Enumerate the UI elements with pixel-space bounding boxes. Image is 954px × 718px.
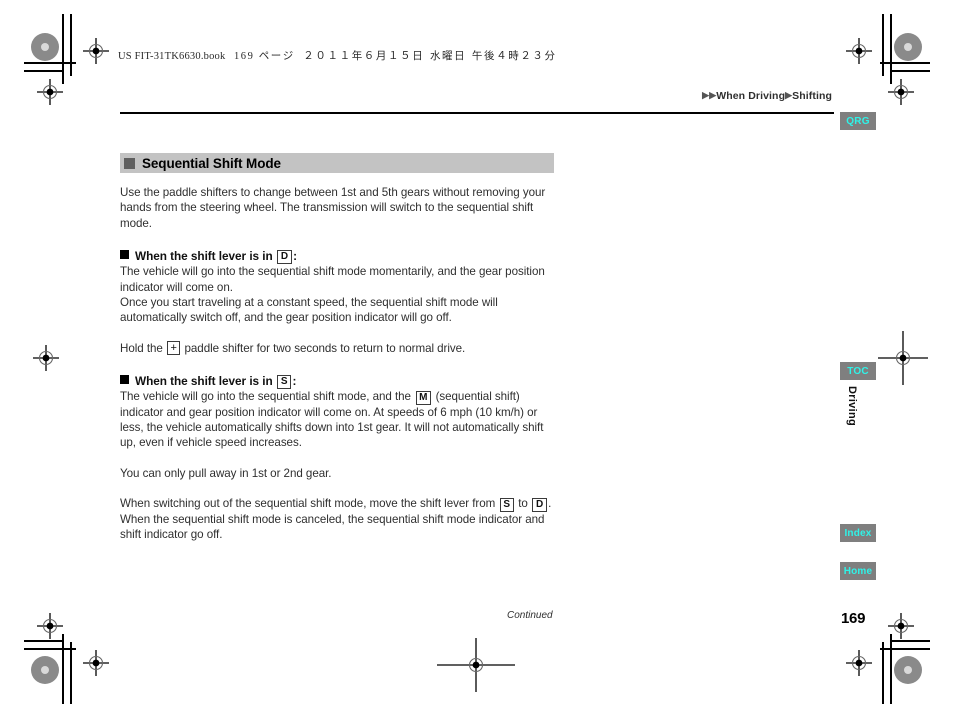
paragraph-d-3-post: paddle shifter for two seconds to return… xyxy=(184,341,466,355)
paragraph-s-2: You can only pull away in 1st or 2nd gea… xyxy=(120,466,332,480)
registration-mark-upper-left-inner xyxy=(83,38,109,64)
crop-mark-bl-v2 xyxy=(62,634,64,704)
paragraph-d-3: Hold the + paddle shifter for two second… xyxy=(120,341,554,356)
book-print-weekday: 水曜日 xyxy=(429,51,467,62)
registration-mark-bottom-center xyxy=(437,638,515,692)
density-dot-bottom-left xyxy=(31,656,59,684)
crop-mark-tl-v2 xyxy=(62,14,64,84)
registration-mark-lower-left-inner xyxy=(83,650,109,676)
paragraph-d-1: The vehicle will go into the sequential … xyxy=(120,265,545,294)
crop-mark-tr-h xyxy=(880,62,930,64)
subsection-heading-d: When the shift lever is in D: xyxy=(120,249,554,265)
registration-mark-upper-right-inner xyxy=(846,38,872,64)
registration-mark-bottom-right xyxy=(888,613,914,639)
breadcrumb-arrow-icon-1: ▶▶ xyxy=(702,90,717,100)
paddle-shifter-plus-key-icon: + xyxy=(167,341,180,356)
header-divider-rule xyxy=(120,112,834,114)
crop-mark-tr-v2 xyxy=(890,14,892,84)
paragraph-s-3-mid: to xyxy=(518,497,528,511)
book-page-label: 169 ページ xyxy=(233,51,295,62)
crop-mark-br-v2 xyxy=(890,634,892,704)
crop-mark-tl-h xyxy=(24,62,76,64)
paragraph-s-1: The vehicle will go into the sequential … xyxy=(120,389,554,450)
subsection-bullet-icon-s xyxy=(120,374,129,384)
paragraph-d-2: Once you start traveling at a constant s… xyxy=(120,295,498,325)
book-print-time: 午後４時２３分 xyxy=(471,51,557,62)
subsection-s-label-pre: When the shift lever is in xyxy=(135,373,273,388)
section-heading-bar: Sequential Shift Mode xyxy=(120,153,554,173)
nav-tab-qrg[interactable]: QRG xyxy=(840,112,876,130)
paragraph-s-3: When switching out of the sequential shi… xyxy=(120,496,554,542)
shift-key-d-icon-2: D xyxy=(532,497,547,512)
subsection-heading-s: When the shift lever is in S: xyxy=(120,374,554,390)
shift-key-d-icon: D xyxy=(277,250,292,265)
nav-tab-index[interactable]: Index xyxy=(840,524,876,542)
crop-mark-br-v xyxy=(882,642,884,704)
subsection-bullet-icon-d xyxy=(120,249,129,259)
breadcrumb-item-when-driving[interactable]: When Driving xyxy=(716,90,785,102)
crop-mark-tr-v xyxy=(882,14,884,76)
density-dot-top-right xyxy=(894,33,922,61)
subsection-d-label-post: : xyxy=(293,248,297,263)
nav-tab-toc[interactable]: TOC xyxy=(840,362,876,380)
continued-label: Continued xyxy=(507,610,553,621)
registration-mark-top-right xyxy=(888,79,914,105)
crop-mark-br-h2 xyxy=(890,640,930,642)
breadcrumb: ▶▶When Driving▶Shifting xyxy=(702,90,832,102)
subsection-d-label-pre: When the shift lever is in xyxy=(135,248,273,263)
paragraph-d-3-pre: Hold the xyxy=(120,341,163,355)
crop-mark-tl-v xyxy=(70,14,72,76)
subsection-s-label-post: : xyxy=(292,373,297,388)
book-print-date: ２０１１年６月１５日 xyxy=(303,51,425,62)
chapter-thumb-label-driving: Driving xyxy=(846,386,858,426)
crop-mark-tl-h2 xyxy=(24,70,64,72)
paragraph-s-3-pre: When switching out of the sequential shi… xyxy=(120,497,496,511)
breadcrumb-item-shifting[interactable]: Shifting xyxy=(792,90,832,102)
crop-mark-bl-h xyxy=(24,648,76,650)
density-dot-bottom-right xyxy=(894,656,922,684)
registration-mark-middle-right xyxy=(878,331,928,385)
shift-key-s-icon-2: S xyxy=(499,497,514,512)
book-filename: US FIT-31TK6630.book xyxy=(118,51,226,62)
page-content: Sequential Shift Mode Use the paddle shi… xyxy=(120,153,554,542)
print-header-line: US FIT-31TK6630.book 169 ページ ２０１１年６月１５日 … xyxy=(118,48,557,63)
section-bullet-icon xyxy=(124,157,135,169)
registration-mark-bottom-left xyxy=(37,613,63,639)
registration-mark-middle-left xyxy=(33,345,59,371)
crop-mark-bl-h2 xyxy=(24,640,64,642)
page-number: 169 xyxy=(841,610,866,627)
nav-tab-home[interactable]: Home xyxy=(840,562,876,580)
crop-mark-br-h xyxy=(880,648,930,650)
page-title: Sequential Shift Mode xyxy=(142,155,281,171)
registration-mark-lower-right-inner xyxy=(846,650,872,676)
crop-mark-bl-v xyxy=(70,642,72,704)
intro-paragraph: Use the paddle shifters to change betwee… xyxy=(120,186,546,230)
density-dot-top-left xyxy=(31,33,59,61)
crop-mark-tr-h2 xyxy=(890,70,930,72)
shift-key-s-icon: S xyxy=(277,375,292,390)
paragraph-s-1-pre: The vehicle will go into the sequential … xyxy=(120,390,411,404)
shift-key-m-icon: M xyxy=(415,390,431,405)
registration-mark-top-left xyxy=(37,79,63,105)
